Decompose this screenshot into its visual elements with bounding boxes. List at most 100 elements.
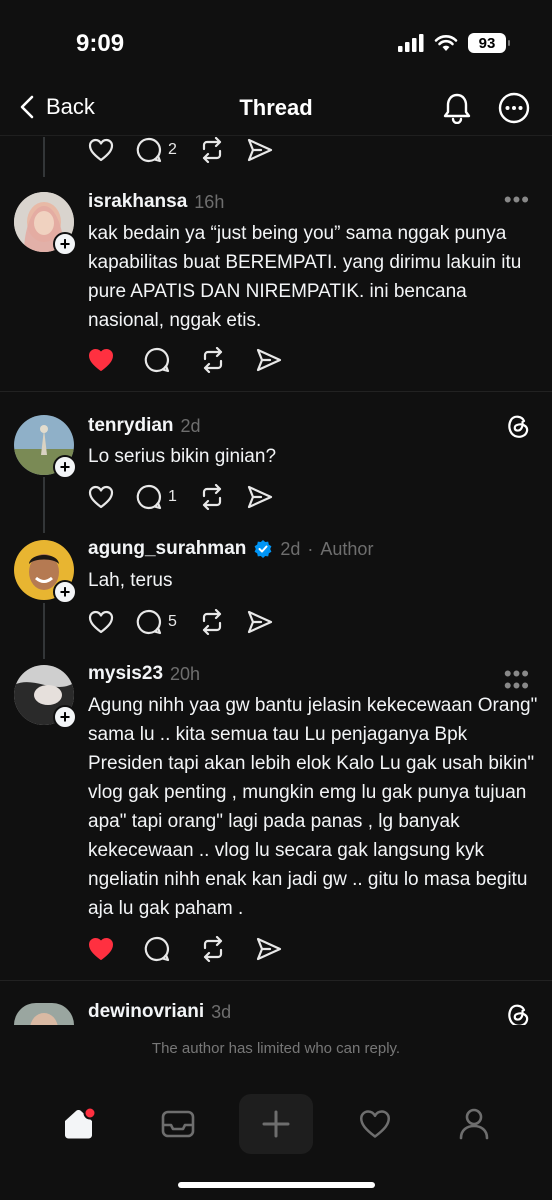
home-indicator <box>178 1182 375 1188</box>
inbox-icon <box>161 1110 195 1138</box>
status-bar: 9:09 93 <box>0 0 552 90</box>
repost-icon <box>203 347 223 373</box>
heart-filled-icon <box>89 349 113 371</box>
like-button[interactable] <box>88 937 114 961</box>
plus-icon <box>262 1110 290 1138</box>
reply-button[interactable]: 2 <box>136 137 177 163</box>
post-time: 2d <box>180 415 201 436</box>
reply-button[interactable]: 1 <box>136 484 177 510</box>
tab-create[interactable] <box>239 1094 313 1154</box>
comment-icon <box>144 347 170 373</box>
thread-feed[interactable]: 2 + israkhansa 16h ••• kak bedain ya “ju… <box>0 137 552 1025</box>
back-button[interactable]: Back <box>20 94 95 120</box>
post-header: agung_surahman 2d · Author <box>88 538 373 560</box>
repost-button[interactable] <box>199 484 225 510</box>
reply-count: 2 <box>168 141 177 158</box>
comment-icon <box>136 609 162 635</box>
follow-plus-icon[interactable]: + <box>53 232 77 256</box>
back-label: Back <box>46 94 95 119</box>
tab-inbox[interactable] <box>141 1094 215 1154</box>
repost-button[interactable] <box>199 609 225 635</box>
post-time: 20h <box>170 663 201 684</box>
reply-count: 5 <box>168 613 177 630</box>
post-more-icon[interactable]: ••• <box>504 187 530 213</box>
follow-plus-icon[interactable]: + <box>53 455 77 479</box>
username[interactable]: tenrydian <box>88 415 174 437</box>
share-button[interactable] <box>247 138 273 162</box>
post-header: tenrydian 2d <box>88 415 201 437</box>
signal-icon <box>398 34 424 52</box>
chevron-left-icon <box>20 95 34 119</box>
tab-profile[interactable] <box>437 1094 511 1154</box>
like-button[interactable] <box>88 610 114 634</box>
home-icon <box>65 1107 97 1139</box>
tab-home[interactable] <box>42 1094 116 1154</box>
repost-icon <box>202 137 222 163</box>
bottom-tab-bar <box>0 1080 552 1200</box>
reply-button[interactable] <box>144 936 170 962</box>
more-circle-icon[interactable] <box>498 92 530 124</box>
post-header: mysis23 20h <box>88 663 200 685</box>
divider <box>0 391 552 392</box>
like-button[interactable] <box>88 485 114 509</box>
send-icon <box>247 138 273 162</box>
reply-button[interactable]: 5 <box>136 609 177 635</box>
avatar-image-icon <box>14 1003 74 1025</box>
post-header: dewinovriani 3d <box>88 1001 231 1023</box>
share-button[interactable] <box>247 610 273 634</box>
post-actions: 2 <box>88 137 295 165</box>
post-actions <box>88 345 304 375</box>
comment-icon <box>136 484 162 510</box>
thread-connector <box>43 603 45 659</box>
send-icon <box>256 348 282 372</box>
battery-indicator: 93 <box>468 33 510 53</box>
author-label: Author <box>320 538 374 559</box>
post-time: 16h <box>194 191 225 212</box>
post-actions: 5 <box>88 607 295 637</box>
profile-icon <box>459 1108 489 1140</box>
follow-plus-icon[interactable]: + <box>53 705 77 729</box>
post-actions <box>88 934 304 964</box>
repost-button[interactable] <box>199 137 225 163</box>
post-text: Agung nihh yaa gw bantu jelasin kekecewa… <box>88 695 538 919</box>
wifi-icon <box>434 35 458 51</box>
post-actions: 1 <box>88 482 295 512</box>
share-button[interactable] <box>247 485 273 509</box>
repost-icon <box>203 936 223 962</box>
reply-limit-notice: The author has limited who can reply. <box>151 1040 401 1057</box>
divider <box>0 980 552 981</box>
tab-activity[interactable] <box>338 1094 412 1154</box>
post-text: kak bedain ya “just being you” sama ngga… <box>88 223 522 331</box>
send-icon <box>247 610 273 634</box>
separator-dot: · <box>307 538 314 559</box>
avatar[interactable] <box>14 1003 74 1025</box>
reply-count: 1 <box>168 488 177 505</box>
share-button[interactable] <box>256 348 282 372</box>
threads-logo-icon[interactable] <box>506 1002 530 1025</box>
post-header: israkhansa 16h <box>88 191 224 213</box>
thread-connector <box>43 477 45 533</box>
status-time: 9:09 <box>76 30 125 57</box>
repost-button[interactable] <box>200 936 226 962</box>
verified-badge-icon <box>254 540 272 558</box>
comment-icon <box>144 936 170 962</box>
bell-icon[interactable] <box>442 92 472 124</box>
repost-button[interactable] <box>200 347 226 373</box>
heart-filled-icon <box>89 938 113 960</box>
share-button[interactable] <box>256 937 282 961</box>
post-more-icon[interactable]: ••• <box>504 661 530 687</box>
username[interactable]: dewinovriani <box>88 1001 204 1023</box>
threads-logo-icon[interactable] <box>506 413 530 439</box>
username[interactable]: israkhansa <box>88 191 187 213</box>
reply-button[interactable] <box>144 347 170 373</box>
send-icon <box>247 485 273 509</box>
username[interactable]: mysis23 <box>88 663 163 685</box>
follow-plus-icon[interactable]: + <box>53 580 77 604</box>
like-button[interactable] <box>88 348 114 372</box>
like-button[interactable] <box>88 138 114 162</box>
heart-icon <box>88 138 114 162</box>
heart-icon <box>88 485 114 509</box>
username[interactable]: agung_surahman <box>88 538 246 560</box>
nav-bar: Back Thread <box>0 82 552 136</box>
repost-icon <box>202 609 222 635</box>
